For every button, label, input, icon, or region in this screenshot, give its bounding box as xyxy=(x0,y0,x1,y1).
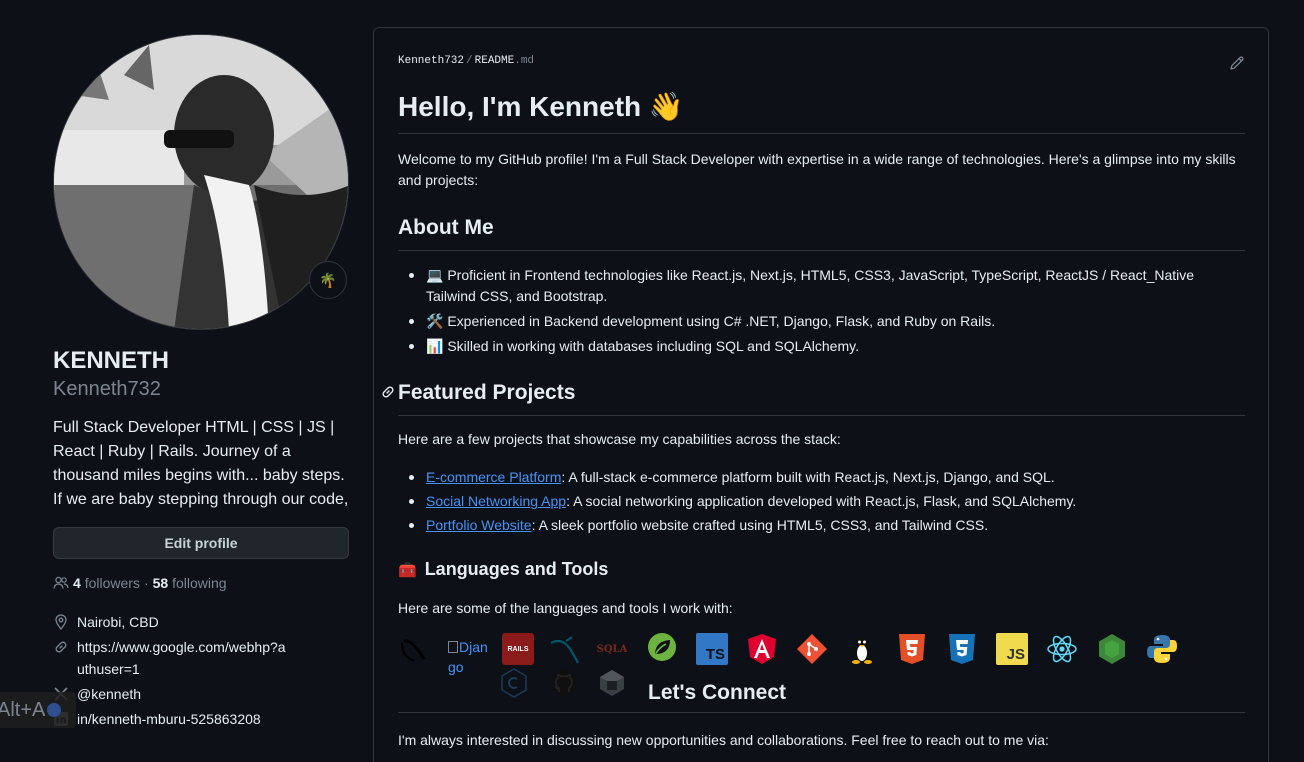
pencil-icon xyxy=(1230,56,1244,70)
location-row: Nairobi, CBD xyxy=(53,611,349,633)
project-desc: : A sleek portfolio website crafted usin… xyxy=(531,517,989,533)
profile-bio: Full Stack Developer HTML | CSS | JS | R… xyxy=(53,419,349,508)
edit-readme-button[interactable] xyxy=(1229,55,1245,76)
project-desc: : A social networking application develo… xyxy=(566,493,1077,509)
spring-icon xyxy=(646,631,678,663)
connect-divider xyxy=(398,712,1245,713)
anchor-link-icon[interactable] xyxy=(380,384,396,400)
project-link[interactable]: Portfolio Website xyxy=(426,517,532,533)
location-text: Nairobi, CBD xyxy=(77,614,159,630)
about-item: 💻 Proficient in Frontend technologies li… xyxy=(408,265,1238,307)
twitter-link[interactable]: @kenneth xyxy=(77,683,141,705)
tools-intro: Here are some of the languages and tools… xyxy=(398,600,733,616)
palm-tree-icon: 🌴 xyxy=(319,271,337,288)
project-item: E-commerce Platform: A full-stack e-comm… xyxy=(408,467,1238,488)
link-icon xyxy=(55,641,67,653)
angular-icon xyxy=(746,633,778,665)
profile-sidebar xyxy=(53,34,349,330)
breadcrumb-owner-link[interactable]: Kenneth732 xyxy=(398,55,464,67)
nextjs-icon xyxy=(398,633,430,665)
terminal-icon xyxy=(596,667,628,699)
toolbox-icon: 🧰 xyxy=(398,561,417,579)
project-item: Social Networking App: A social networki… xyxy=(408,491,1238,512)
python-icon xyxy=(1146,633,1178,665)
ts-label: TS xyxy=(705,646,725,663)
git-icon xyxy=(796,633,828,665)
profile-username: Kenneth732 xyxy=(53,378,161,400)
shortcut-label: Alt+A xyxy=(0,698,46,721)
nodejs-icon xyxy=(1096,633,1128,665)
profile-fullname: KENNETH xyxy=(53,347,170,374)
dot-separator: · xyxy=(143,575,149,591)
breadcrumb-file-ext: .md xyxy=(514,55,535,67)
tools-heading-text: Languages and Tools xyxy=(424,559,609,579)
tool-icons: Django RAILS SQLA TS JS xyxy=(398,631,1245,701)
sqlalchemy-icon: SQLA xyxy=(596,633,628,665)
github-icon xyxy=(548,667,580,699)
js-label: JS xyxy=(1006,646,1025,663)
follow-stats: 4 followers · 58 following xyxy=(53,575,349,591)
website-link[interactable]: https://www.google.com/webhp?authuser=1 xyxy=(77,636,287,680)
readme-card: Kenneth732/README.md Hello, I'm Kenneth … xyxy=(373,27,1269,762)
assistant-icon xyxy=(47,703,62,717)
html5-icon xyxy=(896,633,928,665)
rails-icon: RAILS xyxy=(502,633,534,665)
projects-heading: Featured Projects xyxy=(382,379,1245,416)
twitter-row: @kenneth xyxy=(53,683,349,705)
avatar-photo xyxy=(54,35,348,329)
projects-heading-text: Featured Projects xyxy=(398,381,576,404)
django-icon: Django xyxy=(448,637,488,677)
profile-detail-list: Nairobi, CBD https://www.google.com/webh… xyxy=(53,611,349,730)
breadcrumb-file-link[interactable]: README.md xyxy=(475,55,534,67)
connect-intro: I'm always interested in discussing new … xyxy=(398,732,1049,748)
about-item: 📊 Skilled in working with databases incl… xyxy=(408,336,1238,357)
followers-count: 4 xyxy=(73,575,81,591)
location-pin-icon xyxy=(55,614,67,630)
sqla-label: SQLA xyxy=(596,643,628,655)
project-link[interactable]: Social Networking App xyxy=(426,493,566,509)
about-list: 💻 Proficient in Frontend technologies li… xyxy=(408,265,1238,361)
project-item: Portfolio Website: A sleek portfolio web… xyxy=(408,515,1238,536)
about-heading: About Me xyxy=(398,214,1245,251)
csharp-icon xyxy=(498,667,530,699)
breadcrumb-file-name: README xyxy=(474,55,515,67)
linkedin-row: in/kenneth-mburu-525863208 xyxy=(53,708,349,730)
css3-icon xyxy=(946,633,978,665)
edit-profile-button[interactable]: Edit profile xyxy=(53,527,349,559)
readme-breadcrumb: Kenneth732/README.md xyxy=(398,55,534,67)
followers-link[interactable]: 4 followers xyxy=(73,575,140,591)
following-link[interactable]: 58 following xyxy=(153,575,227,591)
readme-intro: Welcome to my GitHub profile! I'm a Full… xyxy=(398,151,1236,188)
javascript-icon: JS xyxy=(996,633,1028,665)
followers-label: followers xyxy=(84,575,140,591)
status-emoji-button[interactable]: 🌴 xyxy=(309,261,347,299)
linkedin-link[interactable]: in/kenneth-mburu-525863208 xyxy=(77,708,261,730)
breadcrumb-separator: / xyxy=(466,55,473,67)
profile-details: KENNETH Kenneth732 Full Stack Developer … xyxy=(53,330,349,733)
linux-icon xyxy=(846,633,878,665)
rails-label: RAILS xyxy=(507,645,529,653)
connect-heading: Let's Connect xyxy=(648,681,787,704)
projects-intro: Here are a few projects that showcase my… xyxy=(398,431,841,447)
following-count: 58 xyxy=(152,575,169,591)
profile-avatar[interactable] xyxy=(53,34,349,330)
projects-list: E-commerce Platform: A full-stack e-comm… xyxy=(408,467,1238,540)
react-icon xyxy=(1046,633,1078,665)
typescript-icon: TS xyxy=(696,633,728,665)
project-desc: : A full-stack e-commerce platform built… xyxy=(561,469,1055,485)
tools-heading: 🧰 Languages and Tools xyxy=(398,559,608,580)
website-row: https://www.google.com/webhp?authuser=1 xyxy=(53,636,349,680)
project-link[interactable]: E-commerce Platform xyxy=(426,469,561,485)
readme-title: Hello, I'm Kenneth 👋 xyxy=(398,90,1245,134)
following-label: following xyxy=(172,575,227,591)
people-icon xyxy=(53,576,69,589)
about-item: 🛠️ Experienced in Backend development us… xyxy=(408,311,1238,332)
mysql-icon xyxy=(548,633,580,665)
shortcut-overlay[interactable]: Alt+A xyxy=(0,692,76,728)
